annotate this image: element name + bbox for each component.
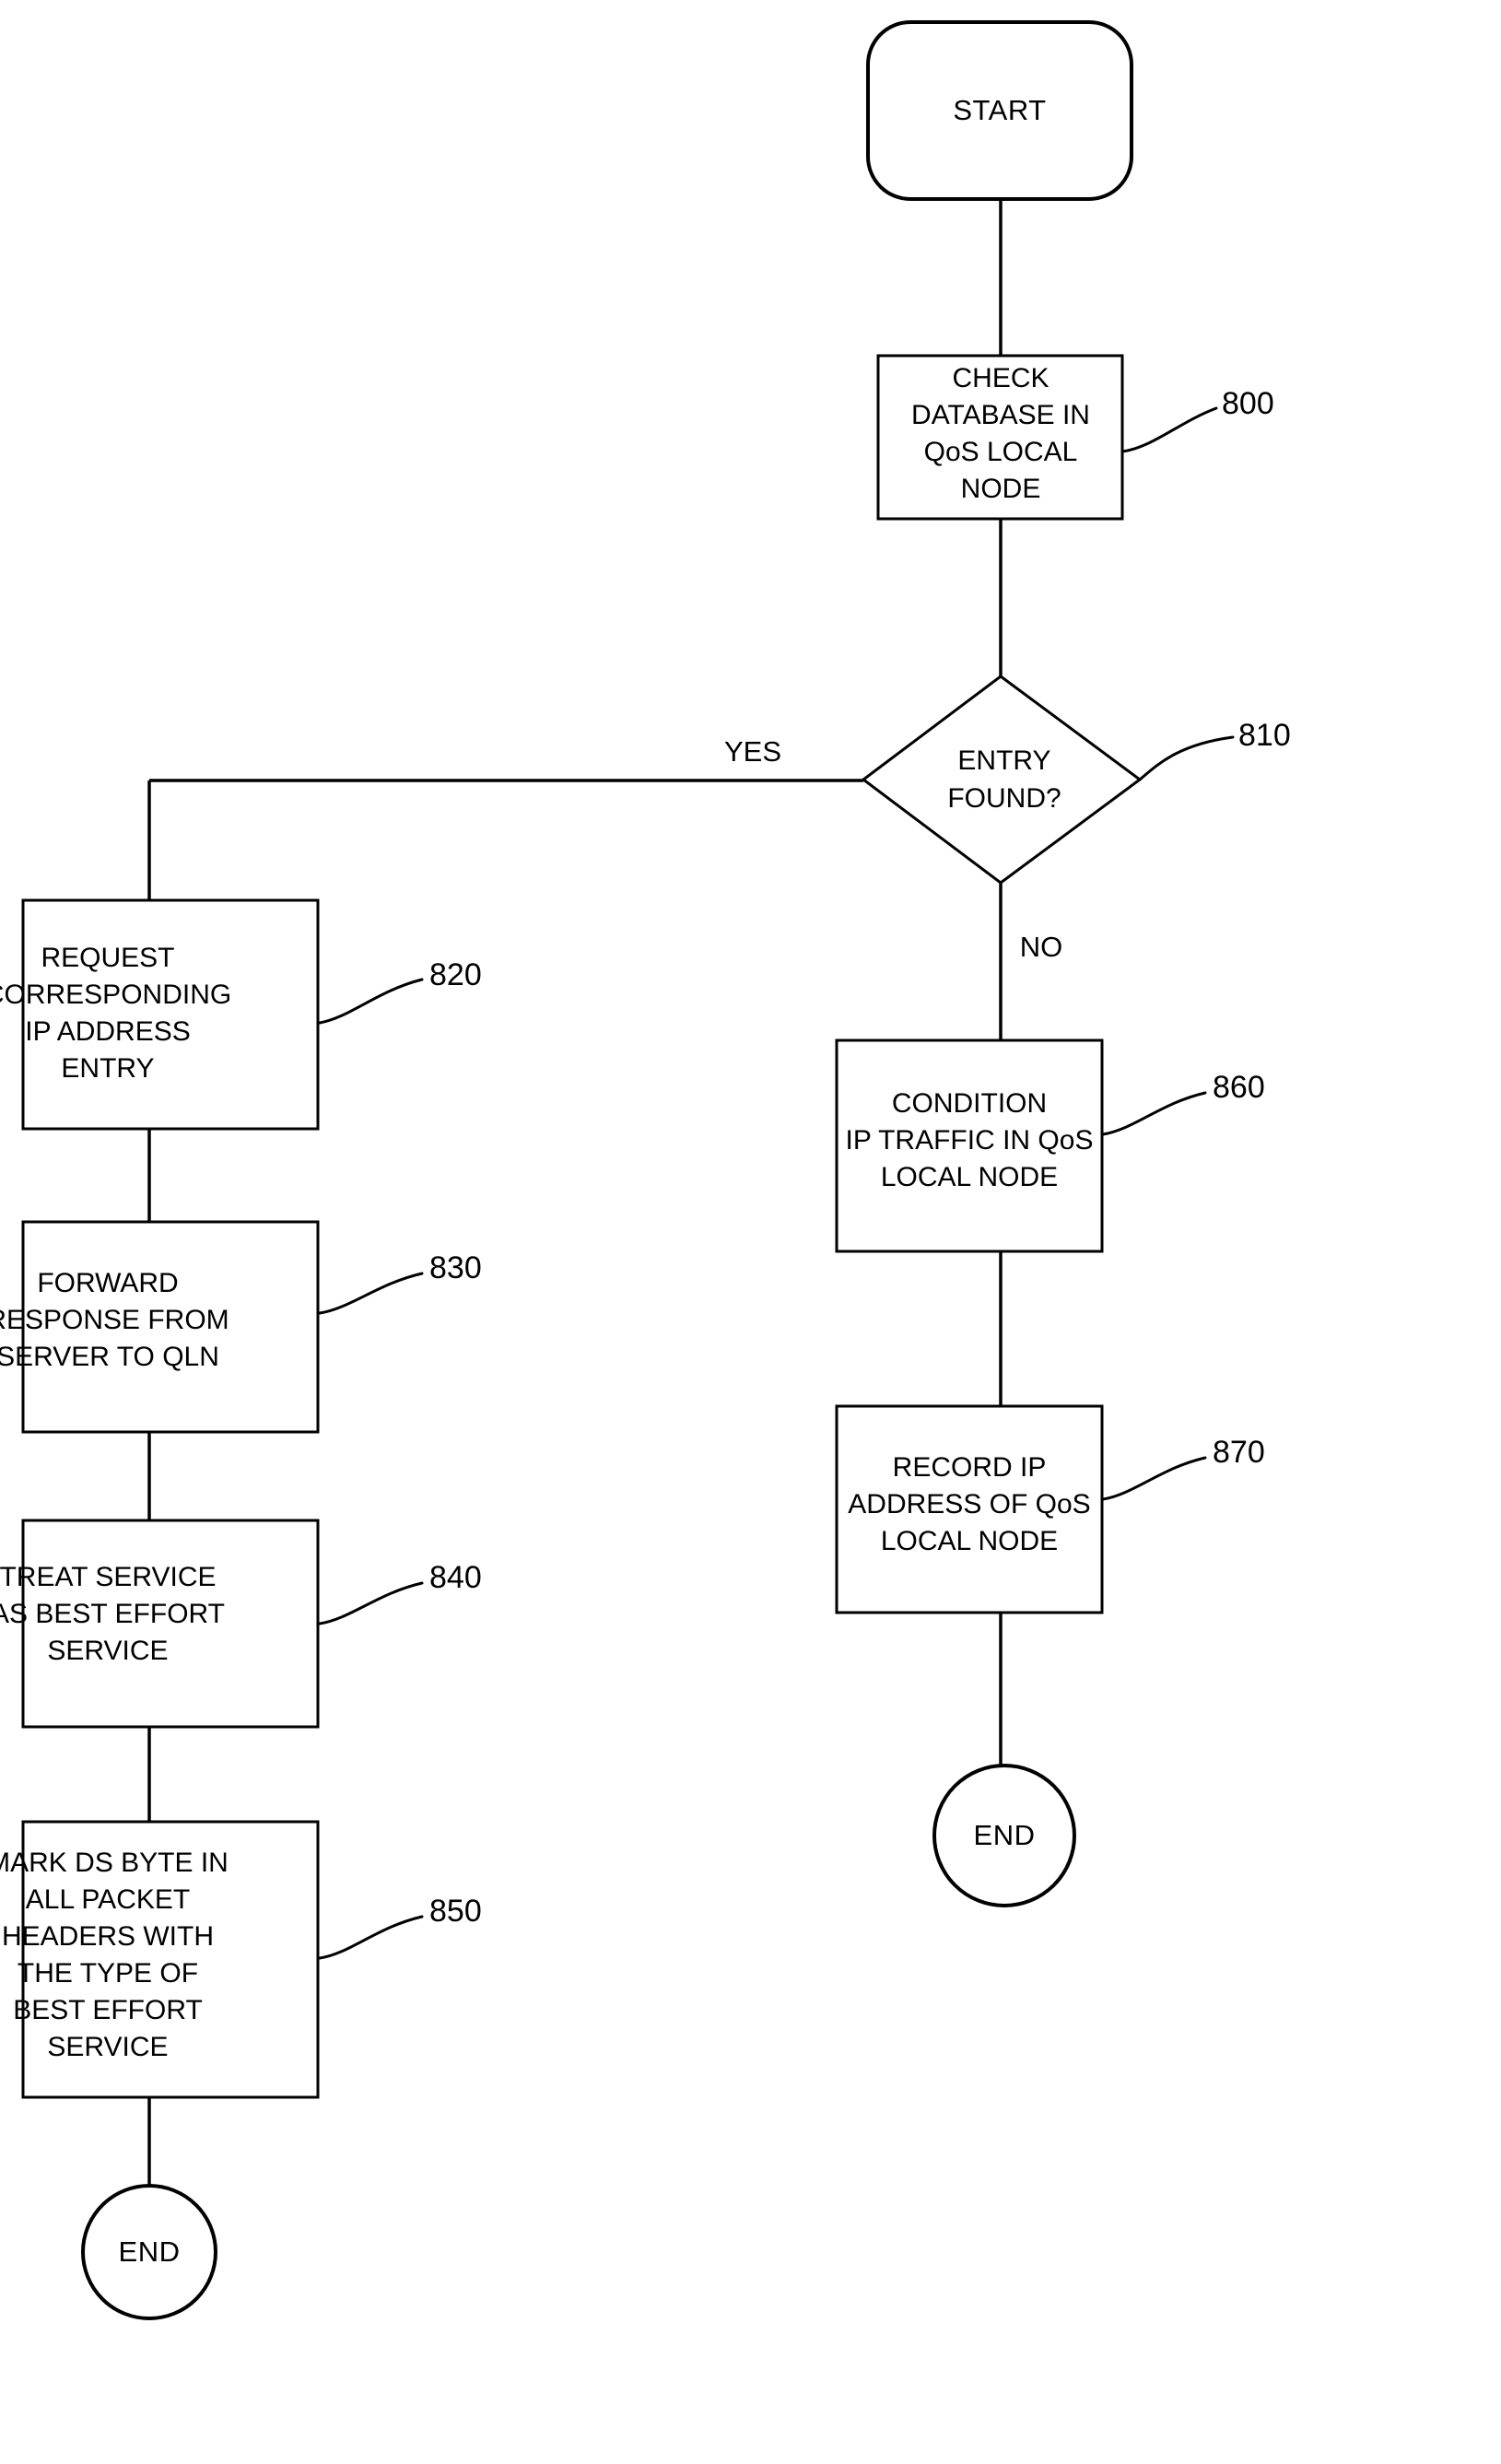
node-start: START <box>866 20 1133 201</box>
treat-service-line-3: SERVICE <box>47 1636 168 1666</box>
leader-line-820 <box>318 978 424 1025</box>
record-ip-line-2: ADDRESS OF QoS <box>848 1489 1090 1519</box>
node-end-left: END <box>81 2184 217 2320</box>
branch-label-no: NO <box>1020 931 1063 963</box>
check-database-line-2: DATABASE IN <box>911 400 1090 430</box>
entry-found-line-2: FOUND? <box>947 783 1061 814</box>
mark-ds-byte-line-3: HEADERS WITH <box>2 1921 214 1952</box>
leader-line-810 <box>1138 735 1235 781</box>
condition-traffic-line-3: LOCAL NODE <box>881 1162 1058 1192</box>
node-end-right: END <box>932 1764 1076 1907</box>
node-forward-response: FORWARD RESPONSE FROM SERVER TO QLN 830 <box>0 1220 482 1434</box>
check-database-line-3: QoS LOCAL <box>924 437 1078 467</box>
ref-label-870: 870 <box>1213 1435 1265 1470</box>
check-database-line-1: CHECK <box>952 363 1049 393</box>
forward-response-line-3: SERVER TO QLN <box>0 1342 219 1372</box>
forward-response-line-2: RESPONSE FROM <box>0 1305 229 1335</box>
record-ip-line-3: LOCAL NODE <box>881 1526 1058 1556</box>
condition-traffic-line-2: IP TRAFFIC IN QoS <box>846 1125 1094 1156</box>
node-record-ip: RECORD IP ADDRESS OF QoS LOCAL NODE 870 <box>835 1404 1265 1614</box>
node-mark-ds-byte: MARK DS BYTE IN ALL PACKET HEADERS WITH … <box>0 1820 482 2099</box>
mark-ds-byte-line-4: THE TYPE OF <box>18 1958 198 1989</box>
treat-service-line-1: TREAT SERVICE <box>0 1562 217 1592</box>
condition-traffic-line-1: CONDITION <box>892 1088 1047 1119</box>
end-right-label: END <box>974 1819 1036 1851</box>
request-ip-entry-line-1: REQUEST <box>41 943 174 973</box>
request-ip-entry-line-2: CORRESPONDING <box>0 980 231 1010</box>
leader-line-840 <box>318 1581 424 1625</box>
flowchart-canvas: START CHECK DATABASE IN QoS LOCAL NODE 8… <box>0 0 1501 2464</box>
mark-ds-byte-line-5: BEST EFFORT <box>13 1995 203 2025</box>
ref-label-800: 800 <box>1222 386 1274 421</box>
leader-line-870 <box>1101 1456 1207 1501</box>
ref-label-840: 840 <box>429 1560 482 1595</box>
ref-label-830: 830 <box>429 1250 482 1285</box>
node-request-ip-entry: REQUEST CORRESPONDING IP ADDRESS ENTRY 8… <box>0 898 482 1131</box>
ref-label-850: 850 <box>429 1894 482 1929</box>
check-database-line-4: NODE <box>961 474 1041 504</box>
node-treat-service: TREAT SERVICE AS BEST EFFORT SERVICE 840 <box>0 1519 482 1729</box>
node-check-database: CHECK DATABASE IN QoS LOCAL NODE 800 <box>876 354 1274 521</box>
forward-response-line-1: FORWARD <box>37 1268 178 1298</box>
start-label: START <box>953 94 1046 126</box>
record-ip-line-1: RECORD IP <box>893 1452 1047 1483</box>
ref-label-860: 860 <box>1213 1070 1265 1105</box>
leader-line-800 <box>1120 406 1218 453</box>
treat-service-line-2: AS BEST EFFORT <box>0 1599 225 1629</box>
request-ip-entry-line-3: IP ADDRESS <box>25 1016 191 1047</box>
entry-found-shape <box>861 675 1143 885</box>
leader-line-830 <box>318 1272 424 1315</box>
node-condition-traffic: CONDITION IP TRAFFIC IN QoS LOCAL NODE 8… <box>835 1038 1265 1253</box>
leader-line-860 <box>1101 1091 1207 1136</box>
branch-label-yes: YES <box>724 735 781 768</box>
entry-found-line-1: ENTRY <box>957 745 1050 776</box>
flowchart-svg: START CHECK DATABASE IN QoS LOCAL NODE 8… <box>0 20 1291 2320</box>
node-entry-found: ENTRY FOUND? 810 <box>861 675 1291 885</box>
end-left-label: END <box>119 2235 181 2268</box>
request-ip-entry-line-4: ENTRY <box>61 1053 154 1084</box>
mark-ds-byte-line-6: SERVICE <box>47 2032 168 2062</box>
leader-line-850 <box>318 1915 424 1960</box>
request-ip-entry-shape <box>21 898 320 1131</box>
ref-label-810: 810 <box>1238 718 1291 753</box>
mark-ds-byte-line-2: ALL PACKET <box>26 1884 190 1915</box>
ref-label-820: 820 <box>429 957 482 992</box>
mark-ds-byte-line-1: MARK DS BYTE IN <box>0 1848 229 1878</box>
